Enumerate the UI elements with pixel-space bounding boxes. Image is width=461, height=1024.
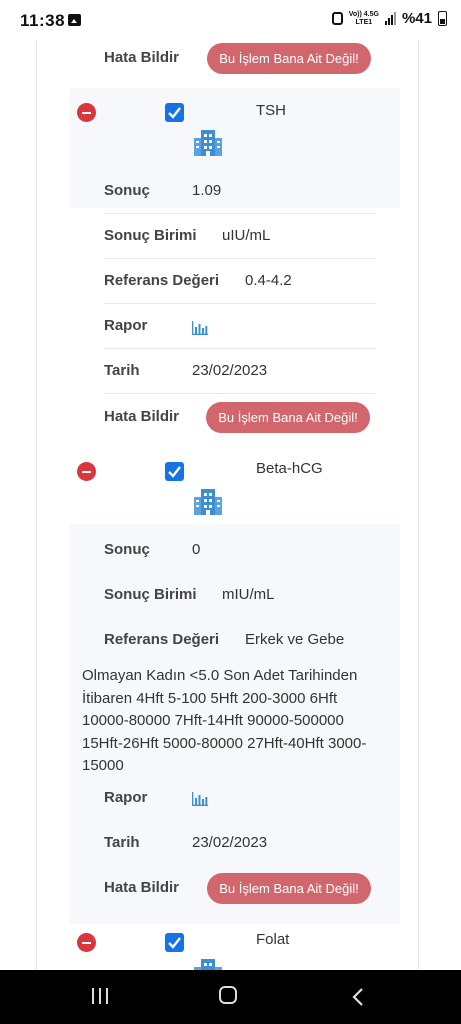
network-indicator: Vo)) 4.5G LTE1: [349, 11, 379, 27]
betahcg-checkbox[interactable]: [165, 462, 184, 481]
hata-label: Hata Bildir: [104, 879, 180, 896]
divider: [104, 213, 376, 214]
divider: [104, 303, 376, 304]
hata-label: Hata Bildir: [104, 408, 180, 425]
check-icon: [168, 466, 181, 478]
divider: [104, 258, 376, 259]
gallery-notification-icon: [68, 14, 81, 26]
tsh-sonuc-value: 1.09: [192, 182, 222, 199]
network-lte: LTE1: [355, 18, 373, 26]
tsh-birim-value: uIU/mL: [222, 227, 271, 244]
sonuc-label: Sonuç: [104, 182, 150, 199]
check-icon: [168, 937, 181, 949]
results-list[interactable]: Hata Bildir Bu İşlem Bana Ait Değil! TSH…: [0, 40, 461, 970]
status-bar: 11:38 Vo)) 4.5G LTE1 %41: [0, 0, 461, 40]
hata-label: Hata Bildir: [104, 49, 180, 66]
hospital-building-icon: [194, 130, 222, 156]
back-icon[interactable]: [352, 987, 364, 1007]
tarih-label: Tarih: [104, 834, 140, 851]
betahcg-referans-first: Erkek ve Gebe: [245, 631, 345, 648]
check-icon: [168, 107, 181, 119]
betahcg-birim-value: mIU/mL: [222, 586, 275, 603]
network-volte: Vo)) 4.5G: [348, 10, 379, 18]
test-name-tsh: TSH: [256, 102, 286, 119]
frame-border-right: [418, 40, 419, 970]
battery-percent: %41: [401, 10, 432, 27]
betahcg-tarih-value: 23/02/2023: [192, 834, 268, 851]
referans-label: Referans Değeri: [104, 631, 220, 648]
test-name-folat: Folat: [256, 931, 290, 948]
divider: [104, 393, 376, 394]
sonuc-label: Sonuç: [104, 541, 150, 558]
tsh-checkbox[interactable]: [165, 103, 184, 122]
folat-checkbox[interactable]: [165, 933, 184, 952]
tsh-referans-value: 0.4-4.2: [245, 272, 292, 289]
frame-border-left: [36, 40, 37, 970]
recent-apps-icon[interactable]: [91, 988, 109, 1004]
tsh-error-button[interactable]: Bu İşlem Bana Ait Değil!: [206, 402, 370, 433]
remove-tsh-button[interactable]: [77, 103, 96, 122]
betahcg-referans-value: Olmayan Kadın <5.0 Son Adet Tarihinden İ…: [82, 667, 367, 774]
divider: [104, 348, 376, 349]
status-indicators: Vo)) 4.5G LTE1 %41: [331, 10, 447, 27]
hospital-building-icon: [194, 489, 222, 515]
referans-label: Referans Değeri: [104, 272, 220, 289]
home-icon[interactable]: [219, 986, 237, 1004]
rapor-label: Rapor: [104, 317, 148, 334]
sonuc-birimi-label: Sonuç Birimi: [104, 586, 197, 603]
hospital-building-icon: [194, 959, 222, 970]
signal-icon: [384, 12, 396, 25]
bar-chart-icon[interactable]: [192, 321, 208, 335]
status-time: 11:38: [20, 11, 66, 30]
battery-icon: [438, 11, 447, 26]
system-nav-bar: [0, 970, 461, 1024]
sonuc-birimi-label: Sonuç Birimi: [104, 227, 197, 244]
tarih-label: Tarih: [104, 362, 140, 379]
remove-betahcg-button[interactable]: [77, 462, 96, 481]
betahcg-error-button[interactable]: Bu İşlem Bana Ait Değil!: [207, 873, 371, 904]
betahcg-sonuc-value: 0: [192, 541, 201, 558]
tsh-tarih-value: 23/02/2023: [192, 362, 268, 379]
prev-error-button[interactable]: Bu İşlem Bana Ait Değil!: [207, 43, 371, 74]
rapor-label: Rapor: [104, 789, 148, 806]
test-name-betahcg: Beta-hCG: [256, 460, 323, 477]
bar-chart-icon[interactable]: [192, 792, 208, 806]
alarm-icon: [331, 12, 343, 25]
remove-folat-button[interactable]: [77, 933, 96, 952]
